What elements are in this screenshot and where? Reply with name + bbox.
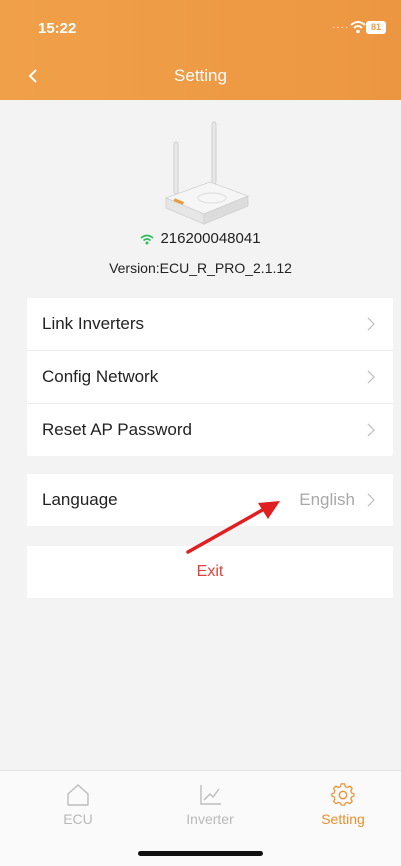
chevron-right-icon <box>367 317 375 331</box>
tab-setting[interactable]: Setting <box>293 783 393 843</box>
menu-item-config-network[interactable]: Config Network <box>27 351 393 404</box>
tab-ecu[interactable]: ECU <box>28 783 128 843</box>
menu-item-label: Config Network <box>42 367 159 386</box>
menu-item-label: Link Inverters <box>42 314 145 333</box>
chevron-right-icon <box>367 370 375 384</box>
device-id-text: 216200048041 <box>160 230 261 247</box>
menu-item-reset-ap-password[interactable]: Reset AP Password <box>27 404 393 456</box>
ecu-device-image <box>164 121 250 225</box>
page-title: Setting <box>174 66 227 85</box>
signal-dots-icon: ···· <box>332 22 350 33</box>
language-label: Language <box>42 490 118 509</box>
gear-icon <box>331 783 355 806</box>
wifi-connected-icon <box>140 234 154 245</box>
annotation-arrow-icon <box>186 501 280 554</box>
device-id: 216200048041 <box>0 230 401 247</box>
tab-inverter[interactable]: Inverter <box>160 783 260 843</box>
language-value: English <box>299 490 355 509</box>
device-version: Version:ECU_R_PRO_2.1.12 <box>109 260 292 276</box>
status-time: 15:22 <box>38 20 77 37</box>
tab-label: Setting <box>321 811 365 827</box>
chevron-right-icon <box>367 493 375 507</box>
chevron-right-icon <box>367 423 375 437</box>
settings-menu: Link Inverters Config Network Reset AP P… <box>27 298 393 456</box>
battery-icon: 81 <box>366 21 386 34</box>
exit-label: Exit <box>196 563 224 580</box>
chart-icon <box>200 785 221 805</box>
menu-item-label: Reset AP Password <box>42 420 192 439</box>
menu-item-link-inverters[interactable]: Link Inverters <box>27 298 393 351</box>
wifi-status-icon <box>350 21 366 34</box>
tab-label: ECU <box>63 811 93 827</box>
tab-label: Inverter <box>186 811 234 827</box>
home-indicator <box>138 851 263 856</box>
app-header: 15:22 ···· 81 Setting <box>0 0 401 100</box>
home-icon <box>67 784 89 806</box>
